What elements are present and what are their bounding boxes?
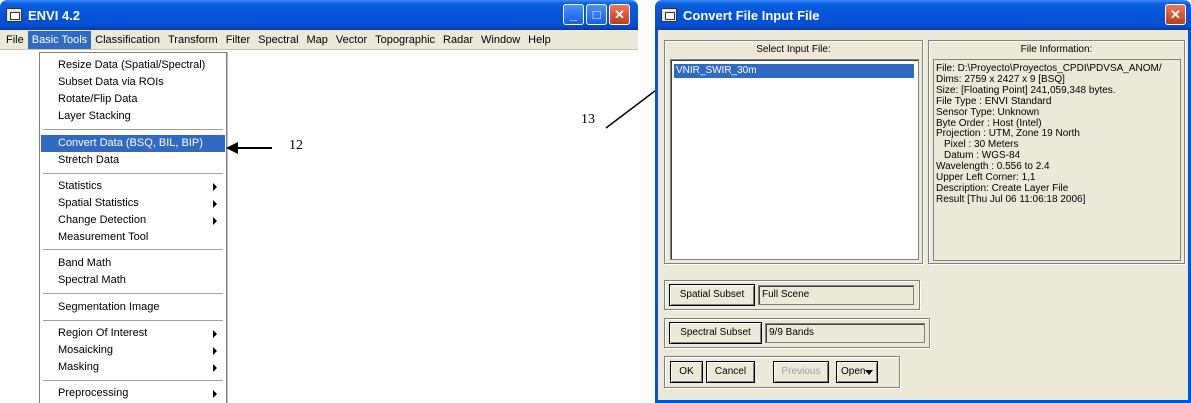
menu-file[interactable]: File xyxy=(2,31,28,49)
close-button[interactable]: ✕ xyxy=(609,4,630,25)
menu-item-measurement-tool[interactable]: Measurement Tool xyxy=(41,229,225,246)
info-line: Result [Thu Jul 06 11:06:18 2006] xyxy=(936,193,1086,205)
maximize-button[interactable]: □ xyxy=(586,4,607,25)
submenu-arrow-icon xyxy=(213,330,217,338)
menu-item-region-of-interest[interactable]: Region Of Interest xyxy=(41,325,225,342)
menu-separator xyxy=(43,173,223,175)
menu-basic-tools[interactable]: Basic Tools xyxy=(27,30,92,49)
submenu-arrow-icon xyxy=(213,183,217,191)
menu-item-convert-data[interactable]: Convert Data (BSQ, BIL, BIP) xyxy=(41,135,225,152)
cancel-button[interactable]: Cancel xyxy=(706,361,755,383)
dropdown-arrow-icon xyxy=(865,370,873,375)
input-file-list[interactable]: VNIR_SWIR_30m xyxy=(670,59,919,260)
envi-title-text: ENVI 4.2 xyxy=(28,7,81,23)
submenu-arrow-icon xyxy=(213,217,217,225)
dialog-title-text: Convert File Input File xyxy=(683,7,820,23)
file-info-label: File Information: xyxy=(1020,44,1093,55)
dialog-app-icon xyxy=(661,8,677,22)
menu-map[interactable]: Map xyxy=(303,31,332,49)
spectral-subset-frame: Spectral Subset 9/9 Bands xyxy=(664,318,930,348)
menu-item-spectral-math[interactable]: Spectral Math xyxy=(41,272,225,289)
menu-separator xyxy=(43,320,223,322)
menu-separator xyxy=(43,380,223,382)
submenu-arrow-icon xyxy=(213,390,217,398)
menu-item-stretch-data[interactable]: Stretch Data xyxy=(41,152,225,169)
menu-item-layer-stacking[interactable]: Layer Stacking xyxy=(41,108,225,125)
file-info-group: File Information: File: D:\Proyecto\Proy… xyxy=(928,40,1185,264)
spectral-subset-button[interactable]: Spectral Subset xyxy=(669,322,762,344)
menu-item-rotate-flip[interactable]: Rotate/Flip Data xyxy=(41,91,225,108)
dialog-body: Select Input File: VNIR_SWIR_30m File In… xyxy=(655,30,1191,403)
submenu-arrow-icon xyxy=(213,347,217,355)
submenu-arrow-icon xyxy=(213,200,217,208)
menu-item-change-detection[interactable]: Change Detection xyxy=(41,212,225,229)
spatial-subset-value: Full Scene xyxy=(758,285,914,305)
menu-radar[interactable]: Radar xyxy=(439,31,477,49)
select-input-label: Select Input File: xyxy=(756,44,831,55)
dialog-title-bar[interactable]: Convert File Input File ✕ xyxy=(655,0,1191,30)
menu-item-preprocessing[interactable]: Preprocessing xyxy=(41,385,225,402)
basic-tools-dropdown: Resize Data (Spatial/Spectral) Subset Da… xyxy=(39,52,227,403)
info-line: File Type : ENVI Standard xyxy=(936,95,1052,107)
menu-item-resize-data[interactable]: Resize Data (Spatial/Spectral) xyxy=(41,57,225,74)
dialog-close-button[interactable]: ✕ xyxy=(1165,4,1186,25)
menu-item-spatial-statistics[interactable]: Spatial Statistics xyxy=(41,195,225,212)
menu-separator xyxy=(43,249,223,251)
menu-spectral[interactable]: Spectral xyxy=(254,31,302,49)
spatial-subset-button[interactable]: Spatial Subset xyxy=(669,284,755,306)
menu-item-masking[interactable]: Masking xyxy=(41,359,225,376)
menu-filter[interactable]: Filter xyxy=(222,31,254,49)
ok-button[interactable]: OK xyxy=(670,361,703,383)
previous-button[interactable]: Previous xyxy=(773,361,829,383)
spatial-subset-frame: Spatial Subset Full Scene xyxy=(664,280,920,310)
menu-vector[interactable]: Vector xyxy=(332,31,371,49)
convert-file-dialog: Convert File Input File ✕ Select Input F… xyxy=(655,0,1191,403)
envi-title-bar[interactable]: ENVI 4.2 _ □ ✕ xyxy=(0,0,638,30)
envi-menubar: File Basic Tools Classification Transfor… xyxy=(0,30,638,50)
menu-item-band-math[interactable]: Band Math xyxy=(41,255,225,272)
list-item[interactable]: VNIR_SWIR_30m xyxy=(674,64,914,78)
envi-main-window: ENVI 4.2 _ □ ✕ File Basic Tools Classifi… xyxy=(0,0,640,403)
menu-item-subset-data[interactable]: Subset Data via ROIs xyxy=(41,74,225,91)
action-buttons-frame: OK Cancel Previous Open xyxy=(664,356,900,388)
annotation-label-13: 13 xyxy=(581,112,595,127)
menu-topographic[interactable]: Topographic xyxy=(371,31,439,49)
select-input-group: Select Input File: VNIR_SWIR_30m xyxy=(664,40,923,264)
submenu-arrow-icon xyxy=(213,364,217,372)
spectral-subset-value: 9/9 Bands xyxy=(765,323,925,343)
open-button-label: Open xyxy=(841,366,866,377)
menu-item-segmentation-image[interactable]: Segmentation Image xyxy=(41,299,225,316)
minimize-button[interactable]: _ xyxy=(563,4,584,25)
file-info-text: File: D:\Proyecto\Proyectos_CPDI\PDVSA_A… xyxy=(933,59,1181,261)
menu-separator xyxy=(43,293,223,295)
menu-item-statistics[interactable]: Statistics xyxy=(41,178,225,195)
annotation-label-12: 12 xyxy=(289,138,303,153)
menu-separator xyxy=(43,129,223,131)
menu-item-mosaicking[interactable]: Mosaicking xyxy=(41,342,225,359)
info-line: Sensor Type: Unknown xyxy=(936,106,1040,118)
menu-transform[interactable]: Transform xyxy=(164,31,222,49)
menu-window[interactable]: Window xyxy=(477,31,524,49)
menu-help[interactable]: Help xyxy=(524,31,555,49)
open-button[interactable]: Open xyxy=(836,361,878,383)
menu-classification[interactable]: Classification xyxy=(91,31,164,49)
envi-app-icon xyxy=(6,8,22,22)
